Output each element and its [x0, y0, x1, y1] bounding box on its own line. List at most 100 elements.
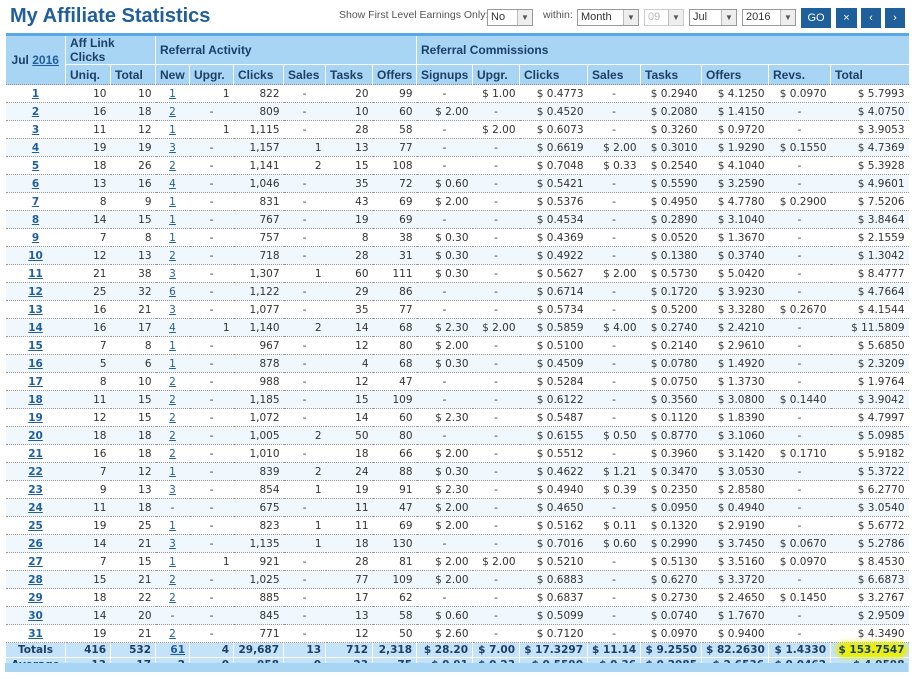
next-button[interactable]: › — [885, 8, 905, 28]
new-referrals-link[interactable]: 2 — [169, 430, 176, 442]
cell-new: 6 — [155, 282, 190, 301]
day-link[interactable]: 29 — [28, 592, 43, 604]
period-year-link[interactable]: 2016 — [32, 53, 59, 67]
cell-new: 4 — [155, 174, 190, 193]
new-referrals-link[interactable]: 1 — [169, 520, 176, 532]
day-link[interactable]: 7 — [32, 196, 39, 208]
new-referrals-link[interactable]: 2 — [169, 250, 176, 262]
new-referrals-link[interactable]: 1 — [169, 88, 176, 100]
total-new-referrals-link[interactable]: 61 — [170, 644, 185, 656]
day-link[interactable]: 6 — [32, 178, 39, 190]
cell-uniq: 25 — [65, 282, 111, 301]
column-header-total-comm: Total — [830, 64, 909, 85]
new-referrals-link[interactable]: 2 — [169, 412, 176, 424]
new-referrals-link[interactable]: 1 — [169, 466, 176, 478]
cell-tasks-comm: $ 0.2350 — [640, 480, 702, 499]
day-link[interactable]: 11 — [28, 268, 43, 280]
cell-sales-comm: $ 0.11 — [587, 516, 641, 535]
day-link[interactable]: 2 — [32, 106, 39, 118]
new-referrals-link[interactable]: 2 — [169, 106, 176, 118]
new-referrals-link[interactable]: 6 — [169, 286, 176, 298]
cell-new: 3 — [155, 300, 190, 319]
new-referrals-link[interactable]: 1 — [169, 358, 176, 370]
new-referrals-link[interactable]: 2 — [169, 376, 176, 388]
new-referrals-link[interactable]: 2 — [169, 628, 176, 640]
new-referrals-link[interactable]: 3 — [169, 484, 176, 496]
cell-upgr-comm: - — [472, 606, 520, 625]
cell-upgr: - — [189, 480, 234, 499]
new-referrals-link[interactable]: 2 — [169, 448, 176, 460]
cell-offers: 77 — [372, 138, 417, 157]
day-link[interactable]: 1 — [32, 88, 39, 100]
new-referrals-link[interactable]: 2 — [169, 574, 176, 586]
cell-new: 3 — [155, 138, 190, 157]
cell-tasks-comm: $ 0.1120 — [640, 408, 702, 427]
day-link[interactable]: 27 — [28, 556, 43, 568]
day-link[interactable]: 10 — [28, 250, 43, 262]
day-link[interactable]: 25 — [28, 520, 43, 532]
new-referrals-link[interactable]: 1 — [169, 214, 176, 226]
cell-total-comm: $ 3.8464 — [830, 210, 909, 229]
new-referrals-link[interactable]: 3 — [169, 142, 176, 154]
new-referrals-link[interactable]: 1 — [169, 196, 176, 208]
new-referrals-link[interactable]: 2 — [169, 592, 176, 604]
cell-offers-comm: $ 1.4150 — [701, 102, 769, 121]
day-link[interactable]: 24 — [28, 502, 43, 514]
new-referrals-link[interactable]: 2 — [169, 394, 176, 406]
new-referrals-link[interactable]: 1 — [169, 556, 176, 568]
day-link[interactable]: 16 — [28, 358, 43, 370]
day-link[interactable]: 3 — [32, 124, 39, 136]
day-link[interactable]: 9 — [32, 232, 39, 244]
day-link[interactable]: 15 — [28, 340, 43, 352]
new-referrals-link[interactable]: 1 — [169, 124, 176, 136]
day-link[interactable]: 8 — [32, 214, 39, 226]
year-select[interactable]: 2016 ▼ — [742, 9, 796, 26]
new-referrals-link[interactable]: 3 — [169, 538, 176, 550]
new-referrals-link[interactable]: 2 — [169, 160, 176, 172]
day-link[interactable]: 31 — [28, 628, 43, 640]
day-link[interactable]: 5 — [32, 160, 39, 172]
day-link[interactable]: 12 — [28, 286, 43, 298]
cell-clicks-comm: $ 0.6837 — [519, 588, 588, 607]
table-row: 6 13 16 4-1,046-35 72 $ 0.60- $ 0.5421- $ 0.559… — [5, 174, 909, 193]
go-button[interactable]: GO — [801, 8, 831, 28]
cell-offers-comm: $ 0.3740 — [701, 246, 769, 265]
day-link[interactable]: 17 — [28, 376, 43, 388]
new-referrals-link[interactable]: 3 — [169, 304, 176, 316]
cell-offers-comm: $ 1.4920 — [701, 354, 769, 373]
cell-upgr: 1 — [189, 84, 234, 103]
cell-clicks: 1,010 — [233, 444, 284, 463]
day-link[interactable]: 30 — [28, 610, 43, 622]
period-select[interactable]: Month ▼ — [577, 9, 639, 26]
prev-button[interactable]: ‹ — [861, 8, 881, 28]
day-link[interactable]: 26 — [28, 538, 43, 550]
cell-offers: 66 — [372, 444, 417, 463]
new-referrals-link[interactable]: 4 — [169, 322, 176, 334]
day-link[interactable]: 18 — [28, 394, 43, 406]
chevron-down-icon: ▼ — [721, 10, 736, 25]
month-select[interactable]: Jul ▼ — [689, 9, 737, 26]
cell-new: 2 — [155, 372, 190, 391]
new-referrals-link[interactable]: 4 — [169, 178, 176, 190]
day-link[interactable]: 22 — [28, 466, 43, 478]
day-link[interactable]: 21 — [28, 448, 43, 460]
day-link[interactable]: 28 — [28, 574, 43, 586]
day-cell: 15 — [5, 336, 66, 355]
day-link[interactable]: 4 — [32, 142, 39, 154]
day-link[interactable]: 19 — [28, 412, 43, 424]
cell-sales-comm: - — [587, 102, 641, 121]
day-link[interactable]: 23 — [28, 484, 43, 496]
day-link[interactable]: 13 — [28, 304, 43, 316]
first-level-select[interactable]: No ▼ — [487, 9, 533, 26]
day-link[interactable]: 14 — [28, 322, 43, 334]
new-referrals-link[interactable]: 1 — [169, 340, 176, 352]
cell-signups-comm: $ 0.30 — [416, 264, 473, 283]
close-button[interactable]: × — [836, 8, 857, 28]
totals-cell-uniq: 416 — [65, 642, 111, 658]
new-referrals-link[interactable]: 1 — [169, 232, 176, 244]
cell-sales-comm: - — [587, 228, 641, 247]
cell-uniq: 7 — [65, 228, 111, 247]
new-referrals-link[interactable]: 3 — [169, 268, 176, 280]
day-link[interactable]: 20 — [28, 430, 43, 442]
table-row: 27 7 15 1 1 921-28 81 $ 2.00 $ 2.00 $ 0.5210- $ 0.… — [5, 552, 909, 571]
